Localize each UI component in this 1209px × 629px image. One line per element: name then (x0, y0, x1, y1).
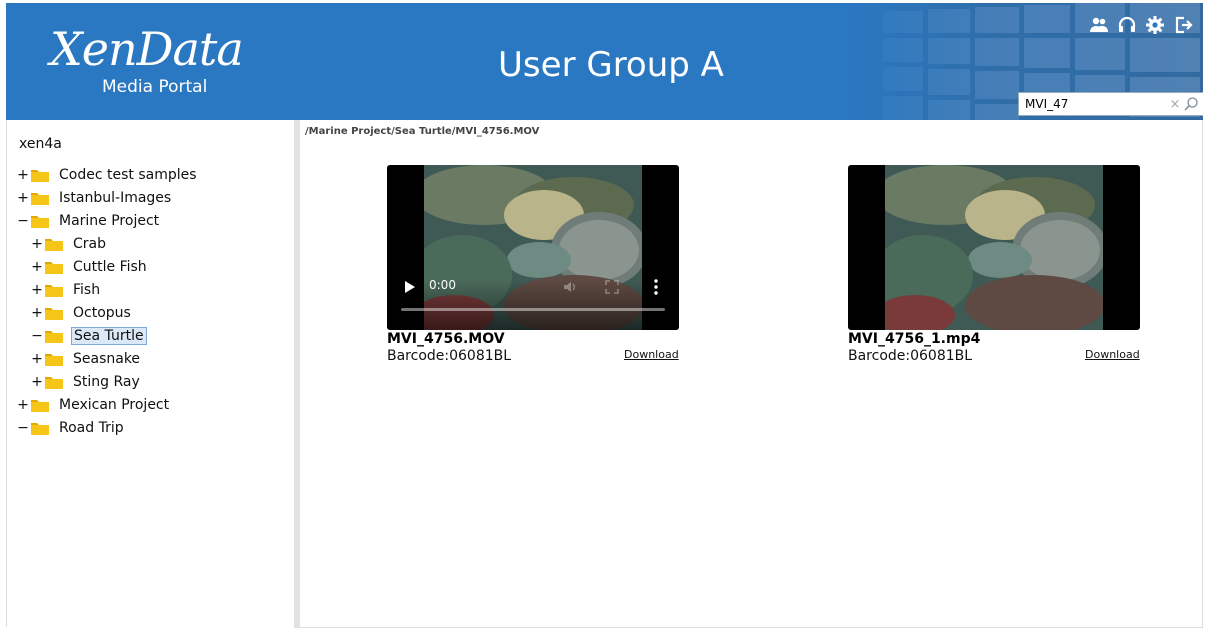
download-link[interactable]: Download (624, 348, 679, 361)
tree-item[interactable]: + Sting Ray (17, 370, 199, 393)
tree-item-label[interactable]: Codec test samples (57, 166, 199, 184)
logo-subtitle: Media Portal (102, 77, 208, 97)
root-folder-label[interactable]: xen4a (19, 136, 62, 152)
collapse-toggle[interactable]: − (17, 214, 29, 228)
logout-icon[interactable] (1173, 15, 1193, 35)
volume-icon[interactable] (562, 279, 578, 295)
search-bar: × (1018, 92, 1203, 116)
file-meta: Barcode:06081BL Download (848, 348, 1148, 366)
app-header: XenData Media Portal User Group A MVI_47… (6, 3, 1203, 120)
tree-item[interactable]: + Seasnake (17, 347, 199, 370)
video-controls: 0:00 (387, 278, 679, 330)
folder-icon (45, 353, 63, 366)
headset-icon[interactable] (1117, 15, 1137, 35)
folder-sidebar: xen4a + Codec test samples + Istanbul-Image… (6, 120, 294, 627)
folder-icon (45, 284, 63, 297)
fullscreen-icon[interactable] (605, 280, 619, 294)
xendata-logo[interactable]: XenData Media Portal (50, 21, 244, 101)
file-card: MVI_4756_1.mp4 Barcode:06081BL Download (848, 165, 1148, 366)
expand-toggle[interactable]: + (31, 283, 43, 297)
tree-item[interactable]: + Crab (17, 232, 199, 255)
folder-icon (45, 307, 63, 320)
folder-open-icon (31, 422, 49, 435)
expand-toggle[interactable]: + (31, 237, 43, 251)
folder-icon (45, 376, 63, 389)
tree-item-label[interactable]: Sea Turtle (71, 326, 147, 345)
logo-wordmark: XenData (50, 22, 244, 76)
file-name: MVI_4756.MOV (387, 331, 505, 347)
tree-item-label[interactable]: Road Trip (57, 419, 126, 437)
video-thumbnail (885, 165, 1103, 330)
page-title: User Group A (498, 45, 724, 85)
tree-item[interactable]: − Road Trip (17, 416, 199, 439)
file-meta: Barcode:06081BL Download (387, 348, 687, 366)
folder-icon (31, 192, 49, 205)
folder-icon (31, 169, 49, 182)
folder-icon (45, 261, 63, 274)
video-progress-bar[interactable] (401, 308, 665, 311)
expand-toggle[interactable]: + (31, 260, 43, 274)
tree-item[interactable]: + Mexican Project (17, 393, 199, 416)
header-toolbar (1089, 15, 1193, 35)
file-name: MVI_4756_1.mp4 (848, 331, 981, 347)
search-icon[interactable] (1183, 96, 1199, 112)
users-icon[interactable] (1089, 15, 1109, 35)
tree-item[interactable]: + Fish (17, 278, 199, 301)
expand-toggle[interactable]: + (31, 375, 43, 389)
tree-item[interactable]: + Octopus (17, 301, 199, 324)
expand-toggle[interactable]: + (17, 398, 29, 412)
folder-open-icon (45, 330, 63, 343)
expand-toggle[interactable]: + (31, 352, 43, 366)
gear-icon[interactable] (1145, 15, 1165, 35)
video-player[interactable] (848, 165, 1140, 330)
tree-item-label[interactable]: Mexican Project (57, 396, 171, 414)
file-card: 0:00 MVI_4756.MOV Barcode:06081BL Downlo… (387, 165, 687, 366)
tree-item[interactable]: + Cuttle Fish (17, 255, 199, 278)
expand-toggle[interactable]: + (31, 306, 43, 320)
download-link[interactable]: Download (1085, 348, 1140, 361)
video-time: 0:00 (429, 278, 456, 292)
tree-item-label[interactable]: Crab (71, 235, 108, 253)
clear-search-icon[interactable]: × (1169, 97, 1181, 112)
tree-item-label[interactable]: Marine Project (57, 212, 161, 230)
more-options-icon[interactable] (653, 278, 659, 296)
folder-open-icon (31, 215, 49, 228)
folder-icon (45, 238, 63, 251)
video-player[interactable]: 0:00 (387, 165, 679, 330)
tree-item[interactable]: + Istanbul-Images (17, 186, 199, 209)
tree-item[interactable]: − Marine Project (17, 209, 199, 232)
folder-icon (31, 399, 49, 412)
expand-toggle[interactable]: + (17, 191, 29, 205)
tree-item-label[interactable]: Cuttle Fish (71, 258, 149, 276)
expand-toggle[interactable]: + (17, 168, 29, 182)
tree-item-label[interactable]: Fish (71, 281, 102, 299)
tree-item-label[interactable]: Seasnake (71, 350, 142, 368)
tree-item-label[interactable]: Istanbul-Images (57, 189, 173, 207)
play-icon[interactable] (404, 280, 416, 294)
tree-item-label[interactable]: Sting Ray (71, 373, 142, 391)
content-area: /Marine Project/Sea Turtle/MVI_4756.MOV … (300, 120, 1203, 628)
tree-item[interactable]: + Codec test samples (17, 163, 199, 186)
breadcrumb: /Marine Project/Sea Turtle/MVI_4756.MOV (305, 126, 540, 137)
collapse-toggle[interactable]: − (31, 329, 43, 343)
search-input[interactable] (1019, 94, 1169, 114)
collapse-toggle[interactable]: − (17, 421, 29, 435)
tree-item-label[interactable]: Octopus (71, 304, 133, 322)
folder-tree: + Codec test samples + Istanbul-Images − Mari… (17, 163, 199, 439)
tree-item[interactable]: − Sea Turtle (17, 324, 199, 347)
